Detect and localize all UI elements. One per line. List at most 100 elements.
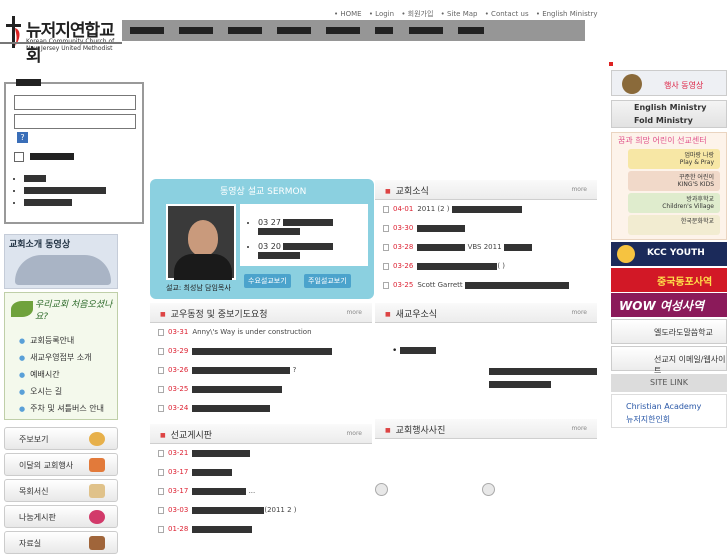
kids-childrens-village[interactable]: 방과후학교 Children's Village [628, 193, 720, 213]
wow-women-banner[interactable]: WOW 여성사역 [611, 293, 727, 317]
menu-item-1[interactable] [130, 27, 164, 34]
login-link-3[interactable] [24, 198, 106, 210]
sunday-sermon-button[interactable]: 주일설교보기 [304, 274, 351, 288]
monthly-events-button[interactable]: 이달의 교회행사 [4, 453, 118, 476]
fold-ministry-link[interactable]: Fold Ministry [634, 116, 693, 125]
sermon-title: 동영상 설교 SERMON [220, 187, 307, 197]
bulletin-label: 주보보기 [19, 435, 49, 444]
mission-more-link[interactable]: more [346, 430, 362, 437]
list-item[interactable]: 03-03 (2011 2 ) [158, 506, 297, 514]
list-item[interactable]: 03-31 Anny\'s Way is under construction [158, 328, 312, 336]
pastor-letter-label: 목회서신 [19, 487, 49, 496]
sharing-board-button[interactable]: 나눔게시판 [4, 505, 118, 528]
newcomers-item[interactable]: • [392, 346, 437, 356]
welcome-item-newcomer[interactable]: 새교우영접부 소개 [19, 352, 104, 369]
nav-sitemap[interactable]: • Site Map [441, 10, 478, 18]
kids-play-pray[interactable]: 엄마랑 나랑 Play & Pray [628, 149, 720, 169]
heart-icon [89, 510, 105, 524]
newcomers-section-header: 새교우소식 more [375, 303, 597, 323]
sermon-item-2[interactable]: 03 20 [258, 242, 334, 266]
missionary-banner[interactable]: 선교지 이메일/웹사이트 [611, 346, 727, 375]
site-link-header: SITE LINK [611, 374, 727, 392]
newcomers-more-link[interactable]: more [571, 309, 587, 316]
event-video-label: 행사 동영상 [664, 81, 704, 90]
remember-checkbox[interactable] [14, 152, 24, 162]
archive-label: 자료실 [19, 539, 42, 548]
sermon-panel: 동영상 설교 SERMON 03 27 03 20 설교: 최성남 담임목사 수… [150, 179, 374, 299]
nav-login[interactable]: • Login [369, 10, 394, 18]
login-heading [16, 79, 41, 86]
news-more-link[interactable]: more [571, 186, 587, 193]
top-navigation: • HOME • Login • 회원가입 • Site Map • Conta… [334, 9, 602, 19]
main-menu-bar [122, 20, 585, 41]
list-item[interactable]: 03-25 Scott Garrett [383, 281, 569, 289]
prayer-title: 교우동정 및 중보기도요청 [160, 307, 268, 320]
sermon-item-1[interactable]: 03 27 [258, 218, 334, 242]
ministry-links: English Ministry Fold Ministry [611, 100, 727, 128]
pastor-letter-button[interactable]: 목회서신 [4, 479, 118, 502]
nav-english-ministry[interactable]: • English Ministry [536, 10, 598, 18]
list-item[interactable]: 03-28 VBS 2011 [383, 243, 532, 251]
newcomers-title: 새교우소식 [385, 307, 437, 320]
welcome-title: 우리교회 처음오셨나요? [35, 300, 113, 322]
archive-button[interactable]: 자료실 [4, 531, 118, 554]
wednesday-sermon-button[interactable]: 수요설교보기 [244, 274, 291, 288]
list-item[interactable]: 03-26 ? [158, 366, 296, 374]
accent-marker [609, 62, 613, 66]
login-link-1[interactable] [24, 174, 106, 186]
menu-item-2[interactable] [179, 27, 213, 34]
bulletin-button[interactable]: 주보보기 [4, 427, 118, 450]
kcc-youth-banner[interactable]: KCC YOUTH [611, 242, 727, 266]
prayer-section-header: 교우동정 및 중보기도요청 more [150, 303, 372, 323]
welcome-item-worship-time[interactable]: 예배시간 [19, 369, 104, 386]
username-input[interactable] [14, 95, 136, 110]
login-link-2[interactable] [24, 186, 106, 198]
church-logo[interactable]: 뉴저지연합교회 Korean Community Church of New J… [4, 14, 120, 66]
list-item[interactable]: 03-17 ... [158, 487, 255, 495]
menu-item-5[interactable] [326, 27, 360, 34]
menu-item-8[interactable] [458, 27, 484, 34]
menu-item-4[interactable] [277, 27, 311, 34]
calendar-icon [89, 458, 105, 472]
menu-item-7[interactable] [409, 27, 443, 34]
leaf-icon [11, 301, 33, 317]
password-input[interactable] [14, 114, 136, 129]
china-ministry-banner[interactable]: 중국동포사역 [611, 268, 727, 292]
welcome-item-parking[interactable]: 주차 및 셔틀버스 안내 [19, 403, 104, 420]
nav-home[interactable]: • HOME [334, 10, 362, 18]
bible-school-banner[interactable]: 엘도라도말씀학교 [611, 319, 727, 344]
youth-logo-icon [617, 245, 635, 263]
list-item[interactable]: 03-30 [383, 224, 466, 232]
nav-signup[interactable]: • 회원가입 [401, 10, 433, 18]
list-item[interactable]: 03-26( ) [383, 262, 505, 270]
church-intro-video-banner[interactable]: 교회소개 동영상 [4, 234, 118, 289]
list-item[interactable]: 03-29 [158, 347, 333, 355]
menu-item-6[interactable] [375, 27, 393, 34]
kids-korean-school[interactable]: 한국문화학교 [628, 215, 720, 235]
link-christian-academy[interactable]: Christian Academy [626, 402, 701, 411]
link-nj-korean-association[interactable]: 뉴저지한인회 [626, 414, 670, 425]
remember-label [30, 153, 74, 160]
intro-video-title: 교회소개 동영상 [9, 240, 71, 250]
event-video-banner[interactable]: 행사 동영상 [611, 70, 727, 96]
list-item[interactable]: 03-25 [158, 385, 283, 393]
list-item[interactable]: 03-21 [158, 449, 251, 457]
arrow-left-icon[interactable] [375, 483, 388, 496]
kids-kings-kids[interactable]: 꾸준한 어린이 KING'S KIDS [628, 171, 720, 191]
sharing-board-label: 나눔게시판 [19, 513, 56, 522]
photos-more-link[interactable]: more [571, 425, 587, 432]
nav-contact[interactable]: • Contact us [485, 10, 529, 18]
english-ministry-link[interactable]: English Ministry [634, 103, 707, 112]
help-icon[interactable]: ? [17, 132, 28, 143]
prayer-more-link[interactable]: more [346, 309, 362, 316]
menu-item-3[interactable] [228, 27, 262, 34]
church-name-english-2: New Jersey United Methodist [26, 45, 113, 52]
list-item[interactable]: 03-24 [158, 404, 271, 412]
list-item[interactable]: 04-01 2011 (2 ) [383, 205, 522, 213]
list-item[interactable]: 03-17 [158, 468, 233, 476]
welcome-item-directions[interactable]: 오시는 길 [19, 386, 104, 403]
list-item[interactable]: 01-28 [158, 525, 253, 533]
arrow-right-icon[interactable] [482, 483, 495, 496]
header-divider [0, 42, 122, 44]
welcome-item-registration[interactable]: 교회등록안내 [19, 335, 104, 352]
